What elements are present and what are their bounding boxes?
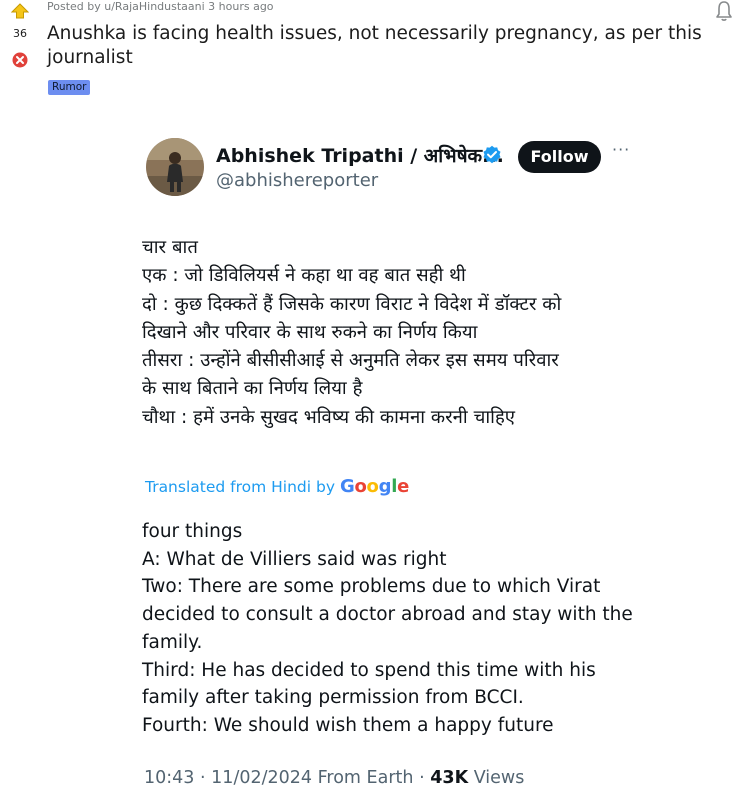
report-icon[interactable] xyxy=(713,0,735,22)
post-title[interactable]: Anushka is facing health issues, not nec… xyxy=(47,22,707,70)
follow-button[interactable]: Follow xyxy=(518,141,601,173)
more-options-icon[interactable]: ··· xyxy=(612,140,630,159)
hindi-line: तीसरा : उन्होंने बीसीसीआई से अनुमति लेकर… xyxy=(142,350,559,372)
english-line: Fourth: We should wish them a happy futu… xyxy=(142,714,554,736)
english-line: Two: There are some problems due to whic… xyxy=(142,576,601,598)
views-count: 43K xyxy=(430,768,469,788)
downvote-icon[interactable] xyxy=(12,52,28,68)
english-line: A: What de Villiers said was right xyxy=(142,548,447,570)
tweet-original-text: चार बात एक : जो डिविलियर्स ने कहा था वह … xyxy=(142,234,662,432)
hindi-line: चौथा : हमें उनके सुखद भविष्य की कामना कर… xyxy=(142,406,515,428)
english-line: four things xyxy=(142,521,243,542)
english-line: family after taking permission from BCCI… xyxy=(142,687,524,709)
translation-attribution[interactable]: Translated from Hindi by Google xyxy=(145,476,409,497)
hindi-line: दो : कुछ दिक्कतें हैं जिसके कारण विराट न… xyxy=(142,293,562,315)
vote-column: 36 xyxy=(0,0,40,110)
views-label: Views xyxy=(473,768,525,788)
hindi-line: चार बात xyxy=(142,237,198,258)
tweet-time[interactable]: 10:43 xyxy=(144,768,194,788)
tweet-card: Abhishek Tripathi / अभिषेक... @abhishere… xyxy=(0,100,742,792)
meta-separator: · xyxy=(200,768,206,788)
tweet-author-name[interactable]: Abhishek Tripathi / अभिषेक... xyxy=(216,142,504,168)
tweet-source: From Earth xyxy=(317,768,414,788)
google-logo: Google xyxy=(339,476,409,497)
upvote-icon[interactable] xyxy=(11,3,29,19)
english-line: family. xyxy=(142,631,203,653)
english-line: Third: He has decided to spend this time… xyxy=(142,659,596,681)
post-flair[interactable]: Rumor xyxy=(48,80,91,95)
hindi-line: एक : जो डिविलियर्स ने कहा था वह बात सही … xyxy=(142,265,466,287)
author-avatar[interactable] xyxy=(146,138,204,196)
tweet-date[interactable]: 11/02/2024 xyxy=(211,768,312,788)
translated-label: Translated from Hindi by xyxy=(145,478,336,496)
verified-badge-icon xyxy=(483,145,501,164)
hindi-line: दिखाने और परिवार के साथ रुकने का निर्णय … xyxy=(142,321,478,343)
hindi-line: के साथ बिताने का निर्णय लिया है xyxy=(142,378,363,400)
post-byline: Posted by u/RajaHindustaani 3 hours ago xyxy=(47,0,274,13)
tweet-translated-text: four things A: What de Villiers said was… xyxy=(142,518,662,740)
tweet-author-handle[interactable]: @abhishereporter xyxy=(216,170,378,191)
tweet-meta: 10:43 · 11/02/2024 From Earth · 43K View… xyxy=(144,768,524,788)
english-line: decided to consult a doctor abroad and s… xyxy=(142,604,633,626)
meta-separator: · xyxy=(419,768,425,788)
post-score: 36 xyxy=(13,27,27,40)
